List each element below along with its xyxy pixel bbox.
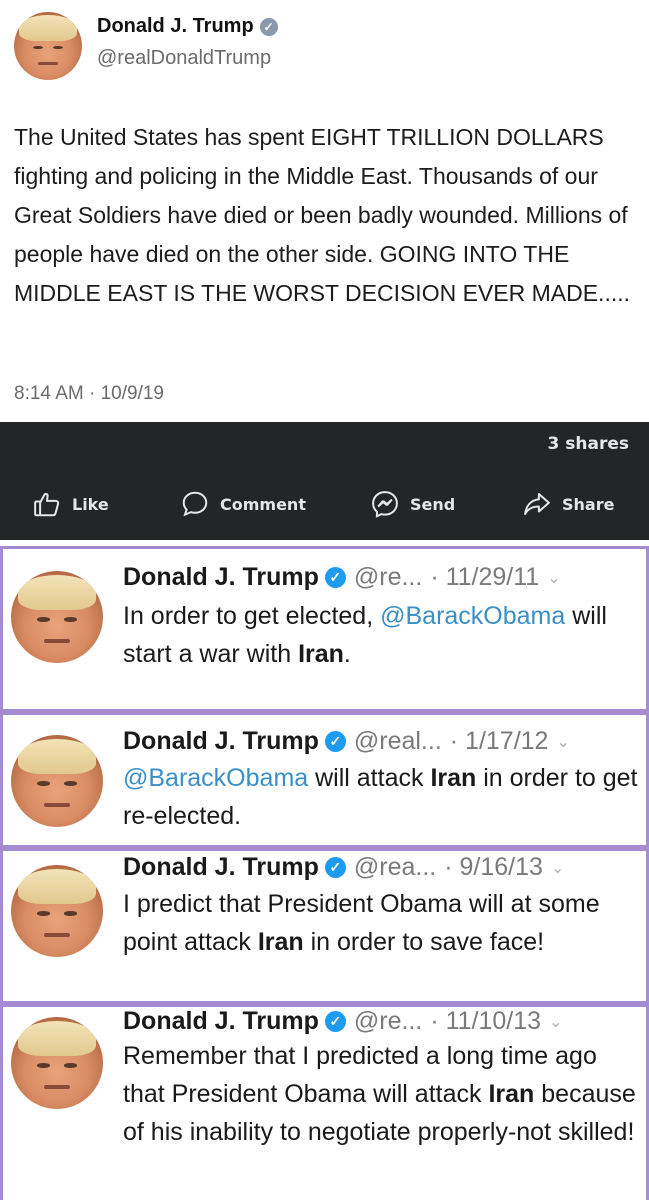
quoted-tweets-collage: Donald J. Trump ✓ @re... · 11/29/11 ⌄ In… bbox=[0, 540, 649, 1200]
main-tweet: Donald J. Trump ✓ @realDonaldTrump The U… bbox=[0, 0, 649, 422]
tweet-text: The United States has spent EIGHT TRILLI… bbox=[14, 124, 631, 306]
chevron-down-icon[interactable]: ⌄ bbox=[551, 858, 564, 878]
author-name[interactable]: Donald J. Trump bbox=[123, 853, 319, 882]
tweet-text: @BarackObama will attack Iran in order t… bbox=[123, 759, 643, 835]
avatar[interactable] bbox=[11, 865, 103, 957]
text-span: will attack bbox=[308, 764, 431, 792]
share-arrow-icon bbox=[524, 493, 550, 515]
tweet-header: Donald J. Trump ✓ @rea... · 9/16/13 ⌄ bbox=[123, 853, 564, 882]
author-name[interactable]: Donald J. Trump bbox=[123, 563, 319, 592]
author-name-row[interactable]: Donald J. Trump ✓ bbox=[97, 15, 278, 38]
quoted-tweet[interactable]: Donald J. Trump ✓ @real... · 1/17/12 ⌄ @… bbox=[0, 712, 649, 848]
quoted-tweet[interactable]: Donald J. Trump ✓ @re... · 11/10/13 ⌄ Re… bbox=[0, 1004, 649, 1200]
author-handle[interactable]: @rea... bbox=[354, 853, 436, 882]
comment-button[interactable]: Comment bbox=[180, 484, 306, 524]
tweet-date[interactable]: · 11/29/11 bbox=[430, 563, 539, 592]
text-span: In order to get elected, bbox=[123, 602, 381, 630]
verified-badge-icon: ✓ bbox=[259, 17, 278, 36]
shares-count[interactable]: 3 shares bbox=[548, 434, 629, 454]
verified-badge-icon: ✓ bbox=[324, 1011, 346, 1032]
tweet-date[interactable]: · 1/17/12 bbox=[450, 727, 549, 756]
author-name[interactable]: Donald J. Trump bbox=[123, 1007, 319, 1036]
author-handle[interactable]: @real... bbox=[354, 727, 442, 756]
verified-badge-icon: ✓ bbox=[324, 567, 346, 588]
author-handle[interactable]: @realDonaldTrump bbox=[97, 47, 271, 70]
send-label: Send bbox=[410, 494, 456, 514]
avatar[interactable] bbox=[11, 571, 103, 663]
messenger-icon bbox=[372, 491, 398, 518]
highlight-text: Iran bbox=[257, 928, 304, 956]
tweet-header: Donald J. Trump ✓ @re... · 11/10/13 ⌄ bbox=[123, 1007, 562, 1036]
send-button[interactable]: Send bbox=[370, 484, 455, 524]
author-name[interactable]: Donald J. Trump bbox=[97, 15, 254, 38]
author-name[interactable]: Donald J. Trump bbox=[123, 727, 319, 756]
chevron-down-icon[interactable]: ⌄ bbox=[556, 732, 569, 752]
chevron-down-icon[interactable]: ⌄ bbox=[549, 1012, 562, 1032]
avatar[interactable] bbox=[11, 1017, 103, 1109]
tweet-header: Donald J. Trump ✓ @real... · 1/17/12 ⌄ bbox=[123, 727, 570, 756]
comment-label: Comment bbox=[220, 494, 306, 514]
highlight-text: Iran bbox=[430, 764, 477, 792]
verified-badge-icon: ✓ bbox=[324, 857, 346, 878]
text-span: in order to save face! bbox=[303, 928, 545, 956]
mention-link[interactable]: @BarackObama bbox=[380, 602, 565, 630]
tweet-text: In order to get elected, @BarackObama wi… bbox=[123, 597, 643, 673]
post-action-bar: 3 shares Like Comment Send Share bbox=[0, 422, 649, 540]
mention-link[interactable]: @BarackObama bbox=[123, 764, 308, 792]
chevron-down-icon[interactable]: ⌄ bbox=[547, 568, 560, 588]
highlight-text: Iran bbox=[298, 640, 344, 668]
highlight-text: Iran bbox=[488, 1080, 535, 1108]
comment-bubble-icon bbox=[182, 491, 208, 517]
share-button[interactable]: Share bbox=[522, 484, 614, 524]
tweet-timestamp[interactable]: 8:14 AM · 10/9/19 bbox=[14, 383, 164, 405]
tweet-text: I predict that President Obama will at s… bbox=[123, 885, 643, 961]
tweet-date[interactable]: · 11/10/13 bbox=[430, 1007, 541, 1036]
avatar[interactable] bbox=[14, 12, 82, 80]
tweet-text: Remember that I predicted a long time ag… bbox=[123, 1037, 643, 1151]
quoted-tweet[interactable]: Donald J. Trump ✓ @rea... · 9/16/13 ⌄ I … bbox=[0, 848, 649, 1004]
like-label: Like bbox=[72, 494, 109, 514]
text-span: . bbox=[343, 640, 351, 668]
tweet-date[interactable]: · 9/16/13 bbox=[444, 853, 543, 882]
avatar[interactable] bbox=[11, 735, 103, 827]
author-handle[interactable]: @re... bbox=[354, 563, 422, 592]
thumbs-up-icon bbox=[34, 492, 60, 517]
quoted-tweet[interactable]: Donald J. Trump ✓ @re... · 11/29/11 ⌄ In… bbox=[0, 546, 649, 712]
verified-badge-icon: ✓ bbox=[324, 731, 346, 752]
tweet-header: Donald J. Trump ✓ @re... · 11/29/11 ⌄ bbox=[123, 563, 561, 592]
share-label: Share bbox=[562, 494, 615, 514]
like-button[interactable]: Like bbox=[32, 484, 109, 524]
action-row: Like Comment Send Share bbox=[0, 484, 649, 524]
author-handle[interactable]: @re... bbox=[354, 1007, 422, 1036]
